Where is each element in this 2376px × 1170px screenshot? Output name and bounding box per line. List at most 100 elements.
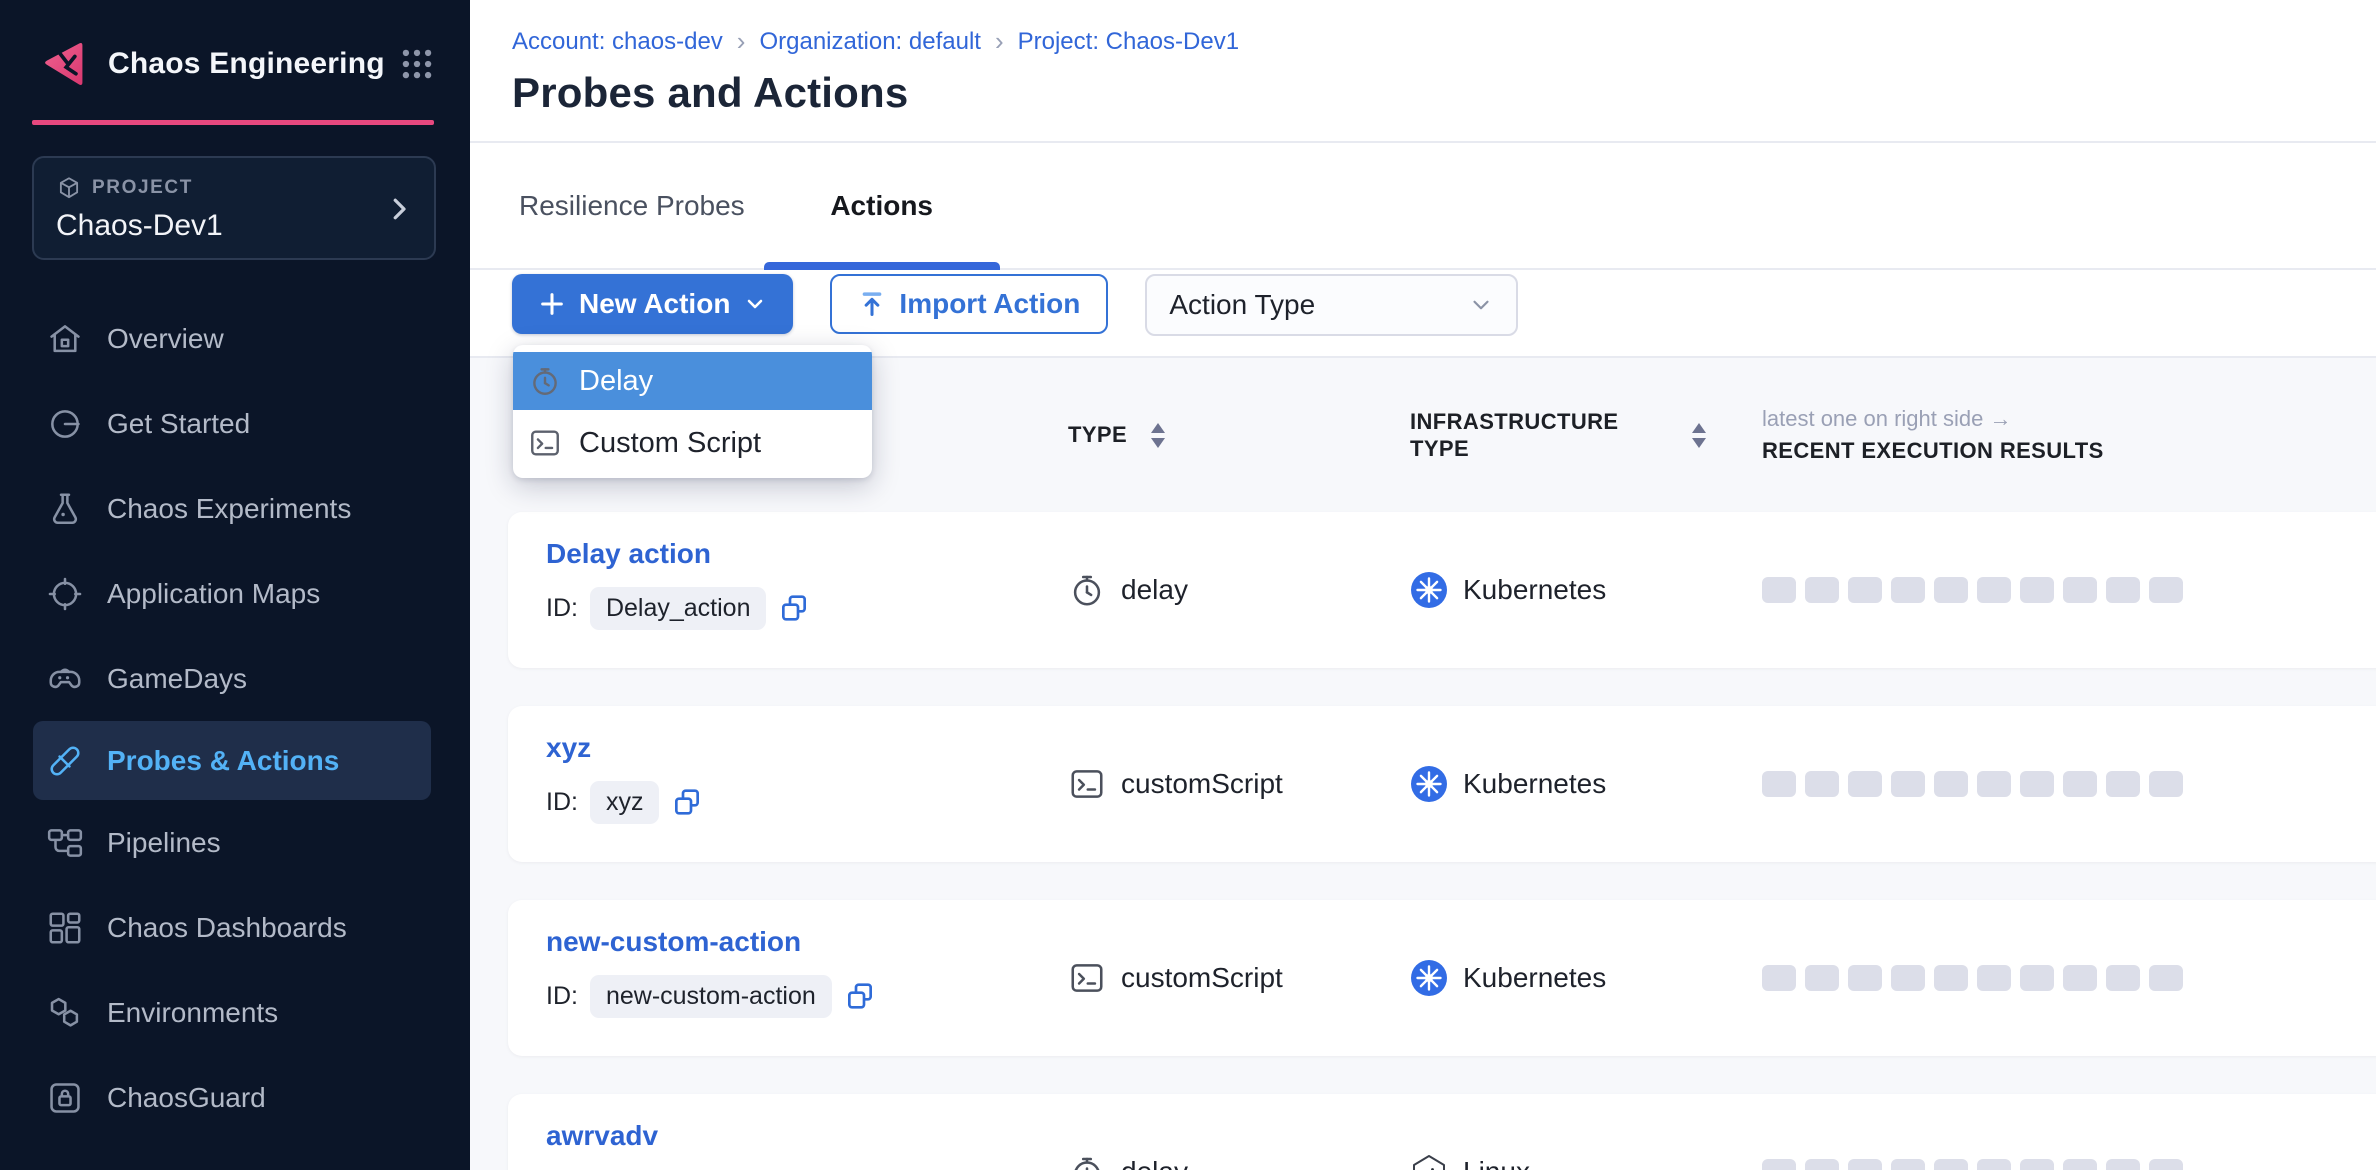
breadcrumb-organization[interactable]: Organization: default (759, 28, 980, 56)
execution-placeholder (2020, 577, 2054, 603)
column-header-recent-execution-results: latest one on right side → RECENT EXECUT… (1762, 406, 2376, 464)
execution-placeholder (1848, 577, 1882, 603)
menu-item-delay[interactable]: Delay (513, 352, 872, 410)
action-name-link[interactable]: awrvadv (546, 1120, 658, 1152)
execution-placeholder (1848, 965, 1882, 991)
execution-placeholder (2020, 965, 2054, 991)
action-type-select[interactable]: Action Type (1145, 274, 1518, 336)
package-icon (56, 175, 82, 201)
execution-placeholder (2063, 577, 2097, 603)
execution-placeholder (1762, 965, 1796, 991)
kubernetes-icon (1410, 959, 1448, 997)
infrastructure-cell: Kubernetes (1410, 765, 1762, 803)
execution-placeholder (1891, 771, 1925, 797)
action-id-value: Delay_action (590, 587, 767, 630)
project-name: Chaos-Dev1 (56, 209, 414, 243)
project-selector[interactable]: PROJECT Chaos-Dev1 (32, 156, 436, 260)
recent-executions (1762, 965, 2376, 991)
tab-bar: Resilience Probes Actions (470, 143, 2376, 270)
import-action-button[interactable]: Import Action (830, 274, 1108, 334)
action-name-link[interactable]: xyz (546, 732, 591, 764)
copy-icon[interactable] (778, 592, 812, 626)
sort-icon[interactable] (1147, 420, 1169, 450)
sidebar-item-gamedays[interactable]: GameDays (0, 636, 470, 721)
pipeline-nodes-icon (46, 824, 84, 862)
action-id-line: ID: xyz (546, 781, 1068, 824)
upload-icon (858, 290, 886, 318)
breadcrumb-project[interactable]: Project: Chaos-Dev1 (1018, 28, 1239, 56)
recent-executions (1762, 577, 2376, 603)
sidebar-item-application-maps[interactable]: Application Maps (0, 551, 470, 636)
action-id-line: ID: new-custom-action (546, 975, 1068, 1018)
execution-placeholder (2063, 965, 2097, 991)
dashboard-grid-icon (46, 909, 84, 947)
execution-placeholder (1934, 771, 1968, 797)
action-type-cell: customScript (1068, 959, 1410, 997)
execution-placeholder (1977, 965, 2011, 991)
id-label: ID: (546, 982, 578, 1011)
copy-icon[interactable] (844, 980, 878, 1014)
page-title: Probes and Actions (512, 69, 2376, 117)
tab-actions[interactable]: Actions (764, 143, 1000, 268)
id-label: ID: (546, 594, 578, 623)
sidebar-item-environments[interactable]: Environments (0, 970, 470, 1055)
action-type-cell: delay (1068, 571, 1410, 609)
progress-circle-icon (46, 405, 84, 443)
infrastructure-cell: Linux (1410, 1153, 1762, 1170)
execution-placeholder (1977, 577, 2011, 603)
infrastructure-value: Linux (1463, 1156, 1530, 1170)
execution-placeholder (1848, 771, 1882, 797)
sidebar-item-pipelines[interactable]: Pipelines (0, 800, 470, 885)
execution-placeholder (1805, 771, 1839, 797)
execution-placeholder (2063, 1159, 2097, 1170)
action-row: awrvadv delay Linux (508, 1094, 2376, 1170)
sidebar-item-chaos-dashboards[interactable]: Chaos Dashboards (0, 885, 470, 970)
new-action-button[interactable]: New Action (512, 274, 793, 334)
action-type-cell: delay (1068, 1153, 1410, 1170)
breadcrumb-account[interactable]: Account: chaos-dev (512, 28, 723, 56)
actions-list: Delay action ID: Delay_action delay Kube… (470, 512, 2376, 1170)
new-action-menu: Delay Custom Script (513, 345, 872, 478)
terminal-icon (1068, 765, 1106, 803)
execution-placeholder (1848, 1159, 1882, 1170)
execution-placeholder (1762, 577, 1796, 603)
recent-executions (1762, 771, 2376, 797)
app-title: Chaos Engineering (108, 47, 385, 81)
chevron-right-icon (384, 194, 414, 224)
sidebar-accent-divider (32, 120, 434, 125)
execution-placeholder (1805, 965, 1839, 991)
execution-placeholder (1762, 1159, 1796, 1170)
menu-item-custom-script[interactable]: Custom Script (513, 414, 872, 472)
sidebar-item-chaos-experiments[interactable]: Chaos Experiments (0, 466, 470, 551)
execution-placeholder (2020, 1159, 2054, 1170)
execution-placeholder (2106, 577, 2140, 603)
main-content: Account: chaos-dev › Organization: defau… (470, 0, 2376, 1170)
hexagons-icon (46, 994, 84, 1032)
execution-placeholder (1891, 965, 1925, 991)
terminal-icon (528, 426, 562, 460)
page-header: Account: chaos-dev › Organization: defau… (470, 0, 2376, 143)
stopwatch-icon (1068, 571, 1106, 609)
sidebar-item-overview[interactable]: Overview (0, 296, 470, 381)
game-controller-icon (46, 660, 84, 698)
linux-icon (1410, 1153, 1448, 1170)
stopwatch-icon (1068, 1153, 1106, 1170)
infrastructure-cell: Kubernetes (1410, 959, 1762, 997)
execution-placeholder (2149, 577, 2183, 603)
sort-icon[interactable] (1688, 420, 1710, 450)
action-name-link[interactable]: new-custom-action (546, 926, 801, 958)
infrastructure-value: Kubernetes (1463, 574, 1606, 606)
execution-placeholder (1805, 1159, 1839, 1170)
action-name-link[interactable]: Delay action (546, 538, 711, 570)
copy-icon[interactable] (671, 786, 705, 820)
module-grid-icon[interactable] (398, 45, 436, 83)
sidebar-item-chaosguard[interactable]: ChaosGuard (0, 1055, 470, 1140)
execution-placeholder (2149, 771, 2183, 797)
id-label: ID: (546, 788, 578, 817)
tab-resilience-probes[interactable]: Resilience Probes (519, 190, 745, 222)
lock-shield-icon (46, 1079, 84, 1117)
execution-placeholder (1977, 771, 2011, 797)
sidebar-item-get-started[interactable]: Get Started (0, 381, 470, 466)
sidebar-item-probes-and-actions[interactable]: Probes & Actions (33, 721, 431, 800)
execution-placeholder (2149, 965, 2183, 991)
